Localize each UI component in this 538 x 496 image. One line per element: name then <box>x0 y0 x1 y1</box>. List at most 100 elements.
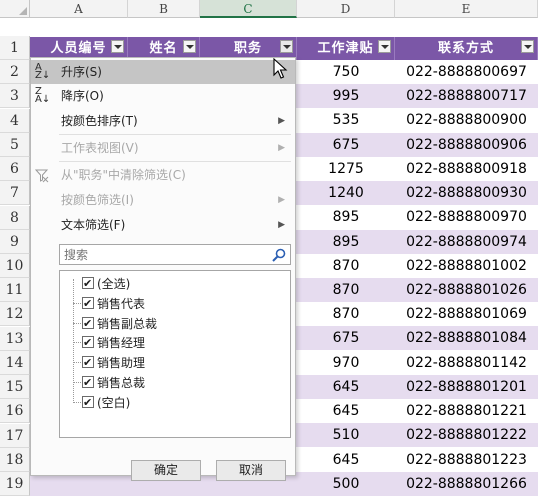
cell-contact[interactable]: 022-8888801069 <box>395 302 538 326</box>
cell-allowance[interactable]: 895 <box>297 230 395 254</box>
checkbox[interactable] <box>82 373 94 393</box>
filter-value-list[interactable]: (全选) 销售代表销售副总裁销售经理销售助理销售总裁 (空白) <box>59 270 291 438</box>
search-icon[interactable] <box>271 247 287 263</box>
list-item[interactable]: 销售总裁 <box>73 373 281 393</box>
column-header-a[interactable]: A <box>30 0 128 18</box>
cancel-button[interactable]: 取消 <box>216 460 286 481</box>
row-header[interactable]: 16 <box>0 399 30 424</box>
menu-sort-by-color[interactable]: 按颜色排序(T) ▶ <box>31 109 295 133</box>
cell-contact[interactable]: 022-8888801201 <box>395 375 538 399</box>
row-header[interactable]: 17 <box>0 423 30 448</box>
cell-contact[interactable]: 022-8888801084 <box>395 326 538 350</box>
cell-allowance[interactable]: 750 <box>297 60 395 84</box>
row-header[interactable]: 2 <box>0 60 30 85</box>
cell-allowance[interactable]: 645 <box>297 448 395 472</box>
filter-dropdown-icon[interactable] <box>111 40 124 53</box>
checkbox[interactable] <box>82 333 94 353</box>
menu-filter-by-color: 按颜色筛选(I) ▶ <box>31 188 295 212</box>
cell-contact[interactable]: 022-8888801002 <box>395 254 538 278</box>
cell-allowance[interactable]: 535 <box>297 108 395 132</box>
cell-contact[interactable]: 022-8888801221 <box>395 399 538 423</box>
row-header[interactable]: 9 <box>0 229 30 254</box>
cell-allowance[interactable]: 645 <box>297 399 395 423</box>
list-item[interactable]: (空白) <box>73 393 281 413</box>
filter-dropdown-icon[interactable] <box>280 40 293 53</box>
checkbox[interactable] <box>82 393 94 413</box>
row-header[interactable]: 7 <box>0 181 30 206</box>
cell-contact[interactable]: 022-8888800974 <box>395 230 538 254</box>
column-header-d[interactable]: D <box>297 0 395 18</box>
cell-allowance[interactable]: 510 <box>297 423 395 447</box>
cell-contact[interactable]: 022-8888800697 <box>395 60 538 84</box>
list-item[interactable]: 销售代表 <box>73 294 281 314</box>
filter-dropdown-icon[interactable] <box>378 40 391 53</box>
list-item[interactable]: 销售助理 <box>73 353 281 373</box>
row-header[interactable]: 11 <box>0 278 30 303</box>
chevron-right-icon: ▶ <box>278 220 285 230</box>
row-header[interactable]: 13 <box>0 326 30 351</box>
list-item-label: 销售副总裁 <box>97 316 158 331</box>
row-header[interactable]: 1 <box>0 36 30 60</box>
cell-contact[interactable]: 022-8888800930 <box>395 181 538 205</box>
cell-allowance[interactable]: 1275 <box>297 157 395 181</box>
clear-filter-icon <box>34 169 51 185</box>
cell-allowance[interactable]: 870 <box>297 302 395 326</box>
cell-contact[interactable]: 022-8888800918 <box>395 157 538 181</box>
cell-allowance[interactable]: 675 <box>297 133 395 157</box>
cell-allowance[interactable]: 995 <box>297 84 395 108</box>
cell-allowance[interactable]: 970 <box>297 351 395 375</box>
menu-label: 按颜色筛选(I) <box>61 193 134 207</box>
row-header[interactable]: 4 <box>0 108 30 133</box>
search-input[interactable] <box>60 245 264 264</box>
cell-allowance[interactable]: 895 <box>297 205 395 229</box>
menu-text-filter[interactable]: 文本筛选(F) ▶ <box>31 213 295 237</box>
cell-contact[interactable]: 022-8888801026 <box>395 278 538 302</box>
ok-button[interactable]: 确定 <box>131 460 201 481</box>
cell-allowance[interactable]: 645 <box>297 375 395 399</box>
cell-contact[interactable]: 022-8888800900 <box>395 108 538 132</box>
cell-contact[interactable]: 022-8888801222 <box>395 423 538 447</box>
cell-contact[interactable]: 022-8888800717 <box>395 84 538 108</box>
checkbox[interactable] <box>82 294 94 314</box>
row-header[interactable]: 8 <box>0 205 30 230</box>
row-header[interactable]: 15 <box>0 375 30 400</box>
row-header[interactable]: 5 <box>0 132 30 157</box>
cell-contact[interactable]: 022-8888801266 <box>395 472 538 496</box>
menu-sort-descending[interactable]: Z A↓ 降序(O) <box>31 84 295 108</box>
checkbox[interactable] <box>82 353 94 373</box>
cell-allowance[interactable]: 675 <box>297 326 395 350</box>
select-all-corner[interactable] <box>0 0 30 18</box>
search-box <box>59 244 291 265</box>
row-header[interactable]: 12 <box>0 302 30 327</box>
list-item[interactable]: 销售副总裁 <box>73 314 281 334</box>
filter-dropdown-icon[interactable] <box>183 40 196 53</box>
column-header-e[interactable]: E <box>395 0 538 18</box>
cell-contact[interactable]: 022-8888801142 <box>395 351 538 375</box>
row-header[interactable]: 6 <box>0 157 30 182</box>
menu-divider <box>59 134 291 135</box>
row-header[interactable]: 14 <box>0 350 30 375</box>
checkbox[interactable] <box>82 314 94 334</box>
list-item-label: 销售总裁 <box>97 376 146 390</box>
cell-contact[interactable]: 022-8888801223 <box>395 448 538 472</box>
menu-label: 按颜色排序(T) <box>61 114 138 128</box>
cell-allowance[interactable]: 1240 <box>297 181 395 205</box>
cell-allowance[interactable]: 870 <box>297 278 395 302</box>
column-header-c[interactable]: C <box>200 0 297 18</box>
cell-contact[interactable]: 022-8888800970 <box>395 205 538 229</box>
list-item[interactable]: 销售经理 <box>73 333 281 353</box>
menu-sheet-view: 工作表视图(V) ▶ <box>31 136 295 160</box>
filter-dropdown-icon[interactable] <box>521 40 534 53</box>
row-header[interactable]: 18 <box>0 447 30 472</box>
menu-sort-ascending[interactable]: A Z↓ 升序(S) <box>31 60 295 84</box>
cell-contact[interactable]: 022-8888800906 <box>395 133 538 157</box>
checkbox[interactable] <box>82 274 94 294</box>
column-header-b[interactable]: B <box>128 0 200 18</box>
cell-allowance[interactable]: 870 <box>297 254 395 278</box>
list-item[interactable]: (全选) <box>68 274 268 294</box>
tree-line <box>73 401 81 403</box>
header-cell-allowance: 工作津贴 <box>297 37 395 60</box>
row-header[interactable]: 3 <box>0 84 30 109</box>
row-header[interactable]: 10 <box>0 253 30 278</box>
cell-allowance[interactable]: 500 <box>297 472 395 496</box>
